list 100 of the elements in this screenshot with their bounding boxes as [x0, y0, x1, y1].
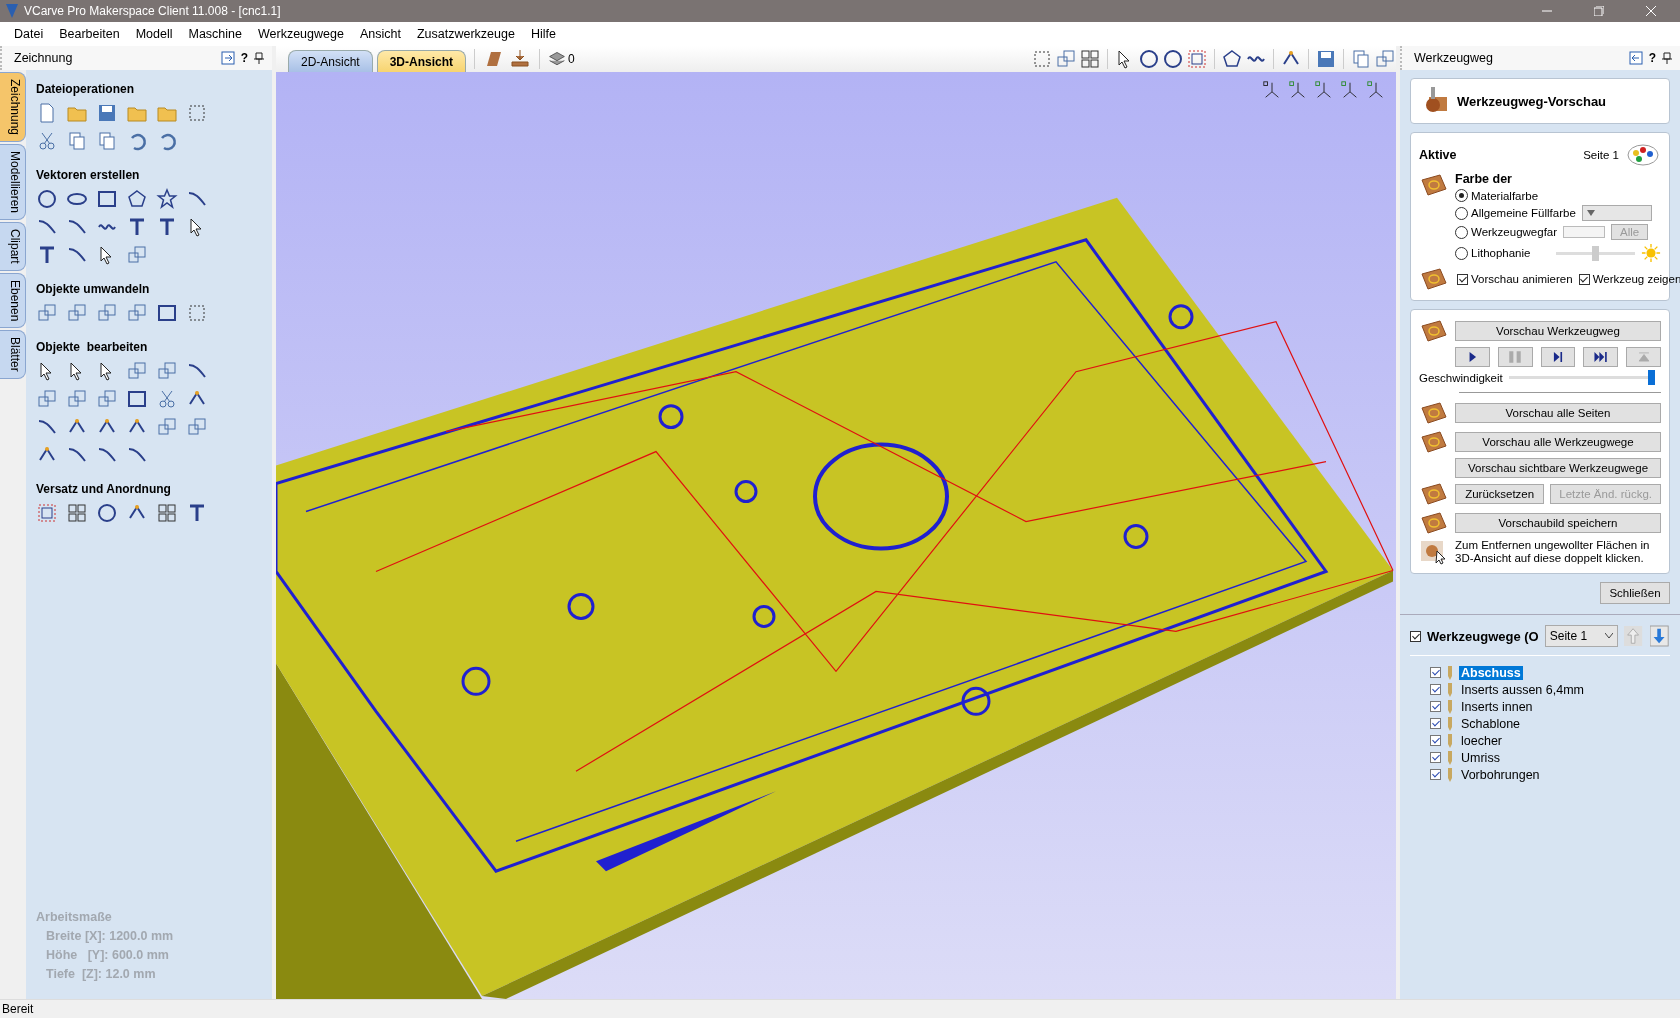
side-tab[interactable]: Ebenen [0, 272, 26, 329]
preview-toolpath-button[interactable]: Vorschau Werkzeugweg [1455, 321, 1661, 341]
play-button[interactable] [1455, 347, 1490, 367]
polygon-icon[interactable] [1221, 48, 1243, 70]
view-tab[interactable]: 2D-Ansicht [288, 50, 373, 72]
copy-icon[interactable] [1350, 48, 1372, 70]
selection-frame-icon[interactable] [186, 102, 208, 124]
action-button[interactable]: Vorschaubild speichern [1455, 513, 1661, 533]
scissors-icon[interactable] [156, 388, 178, 410]
rectangle-icon[interactable] [126, 388, 148, 410]
page-dropdown[interactable]: Seite 1 [1544, 625, 1618, 648]
menu-item[interactable]: Werkzeugwege [250, 27, 352, 41]
step-forward-button[interactable] [1583, 347, 1619, 367]
dock-icon[interactable] [1628, 51, 1643, 65]
array-icon[interactable] [1079, 48, 1101, 70]
checkbox-option[interactable]: Werkzeug zeigen [1578, 273, 1680, 285]
transform-icon[interactable] [1374, 48, 1396, 70]
scissors-icon[interactable] [36, 130, 58, 152]
pin-icon[interactable] [1662, 52, 1672, 64]
toolpath-checkbox[interactable] [1430, 667, 1441, 679]
dropdown-caret-icon[interactable] [1586, 210, 1595, 216]
menu-item[interactable]: Hilfe [522, 27, 564, 41]
transform-icon[interactable] [96, 388, 118, 410]
color-radio-option[interactable]: Materialfarbe [1455, 189, 1539, 202]
transform-icon[interactable] [96, 302, 118, 324]
copy-icon[interactable] [66, 130, 88, 152]
toolpath-name[interactable]: Abschuss [1459, 665, 1523, 680]
toolpath-name[interactable]: Umriss [1459, 750, 1502, 765]
palette-icon[interactable] [1625, 141, 1661, 169]
pin-icon[interactable] [254, 52, 264, 64]
toolpaths-checkbox[interactable] [1410, 630, 1421, 642]
step-forward-button[interactable] [1540, 347, 1576, 367]
transform-icon[interactable] [156, 360, 178, 382]
download-icon[interactable] [509, 48, 532, 70]
selection-frame-icon[interactable] [186, 302, 208, 324]
toolpath-checkbox[interactable] [1430, 769, 1441, 781]
help-button[interactable]: ? [240, 51, 248, 65]
toolpath-checkbox[interactable] [1430, 735, 1441, 747]
action-button[interactable]: Vorschau alle Werkzeugwege [1455, 432, 1661, 452]
dock-icon[interactable] [220, 51, 235, 65]
transform-icon[interactable] [156, 416, 178, 438]
side-tab[interactable]: Modellieren [0, 144, 26, 221]
close-icon[interactable] [1646, 6, 1656, 16]
transform-icon[interactable] [186, 416, 208, 438]
toolpath-name[interactable]: Inserts innen [1459, 699, 1535, 714]
action-button[interactable]: Vorschau sichtbare Werkzeugwege [1455, 458, 1661, 478]
layers-icon[interactable] [548, 50, 567, 68]
toolpath-checkbox[interactable] [1430, 718, 1441, 730]
side-tab[interactable]: Blätter [0, 330, 26, 379]
transform-icon[interactable] [36, 388, 58, 410]
array-icon[interactable] [156, 502, 178, 524]
restore-icon[interactable] [1594, 6, 1604, 16]
menu-item[interactable]: Datei [6, 27, 52, 41]
color-radio-option[interactable]: Werkzeugwegfar [1455, 225, 1558, 239]
menu-item[interactable]: Zusatzwerkzeuge [408, 27, 523, 41]
star-icon[interactable] [156, 188, 178, 210]
rectangle-icon[interactable] [96, 188, 118, 210]
color-swatch[interactable] [1563, 226, 1606, 238]
side-tab[interactable]: Zeichnung [0, 72, 26, 143]
menu-item[interactable]: Ansicht [351, 27, 409, 41]
polygon-icon[interactable] [126, 188, 148, 210]
action-button[interactable]: Zurücksetzen [1455, 484, 1545, 504]
selection-frame-icon[interactable] [1031, 48, 1053, 70]
menu-item[interactable]: Maschine [180, 27, 250, 41]
checkbox-option[interactable]: Vorschau animieren [1457, 273, 1573, 285]
transform-icon[interactable] [126, 302, 148, 324]
circle-icon[interactable] [1162, 48, 1184, 70]
copy-icon[interactable] [96, 130, 118, 152]
layer-value[interactable]: 0 [568, 52, 575, 66]
toolpath-checkbox[interactable] [1430, 752, 1441, 764]
circle-icon[interactable] [96, 502, 118, 524]
circle-icon[interactable] [1138, 48, 1160, 70]
save-icon[interactable] [96, 102, 118, 124]
menu-item[interactable]: Modell [127, 27, 181, 41]
fill-color-dropdown[interactable] [1581, 205, 1652, 221]
circle-icon[interactable] [36, 188, 58, 210]
rectangle-icon[interactable] [156, 302, 178, 324]
toolpath-name[interactable]: Vorbohrungen [1459, 767, 1542, 782]
menu-item[interactable]: Bearbeiten [51, 27, 128, 41]
transform-icon[interactable] [1055, 48, 1077, 70]
help-button[interactable]: ? [1648, 51, 1656, 65]
side-tab[interactable]: Clipart [0, 222, 26, 271]
transform-icon[interactable] [66, 302, 88, 324]
color-radio-option[interactable]: Allgemeine Füllfarbe [1455, 206, 1576, 220]
view-tab[interactable]: 3D-Ansicht [376, 50, 467, 72]
toolpath-checkbox[interactable] [1430, 701, 1441, 713]
transform-icon[interactable] [66, 388, 88, 410]
transform-icon[interactable] [126, 244, 148, 266]
save-icon[interactable] [1315, 48, 1337, 70]
close-button[interactable]: Schließen [1600, 582, 1670, 605]
action-button[interactable]: Vorschau alle Seiten [1455, 403, 1661, 423]
transform-icon[interactable] [36, 302, 58, 324]
move-down-icon[interactable] [1650, 625, 1670, 648]
toolpath-name[interactable]: loecher [1459, 733, 1504, 748]
toolpath-checkbox[interactable] [1430, 684, 1441, 696]
color-radio-option[interactable]: Lithophanie [1455, 246, 1531, 260]
toolpath-name[interactable]: Inserts aussen 6,4mm [1459, 682, 1586, 697]
toolpath-name[interactable]: Schablone [1459, 716, 1523, 731]
transform-icon[interactable] [126, 360, 148, 382]
array-icon[interactable] [66, 502, 88, 524]
